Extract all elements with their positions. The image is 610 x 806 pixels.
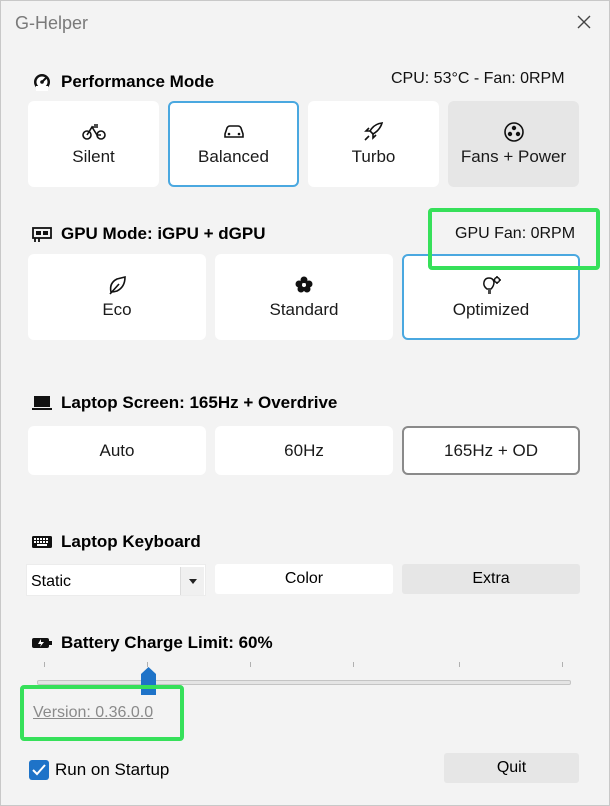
battery-heading: Battery Charge Limit: 60% [31,633,273,653]
gpu-optimized-label: Optimized [452,300,530,319]
keyboard-color-button[interactable]: Color [215,564,393,594]
slider-tick [44,662,45,667]
mode-silent-button[interactable]: Silent [28,101,159,187]
keyboard-mode-value: Static [31,573,72,590]
screen-165hz-od-label: 165Hz + OD [443,440,538,460]
mode-silent-label: Silent [72,147,115,166]
car-icon [221,121,247,143]
gpu-eco-button[interactable]: Eco [28,254,206,340]
title-bar: G-Helper [1,1,609,47]
quit-button[interactable]: Quit [444,753,579,783]
gpu-eco-label: Eco [102,300,132,319]
keyboard-icon [31,532,53,552]
keyboard-mode-select[interactable]: Static [26,564,206,596]
gpu-standard-label: Standard [269,300,339,319]
bicycle-icon [81,121,107,143]
performance-mode-heading: Performance Mode [31,72,214,92]
battery-charging-icon [31,633,53,653]
mode-balanced-label: Balanced [198,147,269,166]
run-on-startup-checkbox[interactable] [29,760,49,780]
gpu-standard-button[interactable]: Standard [215,254,393,340]
charge-limit-slider-track[interactable] [37,680,571,685]
flower-icon [291,274,317,296]
slider-tick [562,662,563,667]
run-on-startup-label[interactable]: Run on Startup [55,760,169,780]
cpu-status: CPU: 53°C - Fan: 0RPM [391,70,565,87]
window-title: G-Helper [15,13,89,33]
lightbulb-gear-icon [478,274,504,296]
gpu-mode-title: GPU Mode: iGPU + dGPU [61,224,266,243]
screen-165hz-od-button[interactable]: 165Hz + OD [402,426,580,475]
mode-fans-power-label: Fans + Power [460,147,567,166]
battery-title: Battery Charge Limit: 60% [61,633,273,652]
leaf-icon [104,274,130,296]
slider-tick [353,662,354,667]
rocket-icon [361,121,387,143]
performance-mode-title: Performance Mode [61,72,215,91]
g-helper-window: G-Helper Performance Mode CPU: 53°C - Fa… [0,0,610,806]
gpu-mode-heading: GPU Mode: iGPU + dGPU [31,224,266,244]
checkmark-icon [32,764,46,776]
fan-icon [501,121,527,143]
slider-tick [250,662,251,667]
laptop-screen-title: Laptop Screen: 165Hz + Overdrive [61,393,338,412]
mode-balanced-button[interactable]: Balanced [168,101,299,187]
close-icon[interactable] [573,11,595,33]
mode-turbo-label: Turbo [351,147,396,166]
keyboard-extra-label: Extra [472,570,510,587]
screen-60hz-label: 60Hz [284,440,324,460]
laptop-screen-heading: Laptop Screen: 165Hz + Overdrive [31,393,337,413]
laptop-keyboard-title: Laptop Keyboard [61,532,201,551]
screen-auto-label: Auto [99,440,135,460]
screen-60hz-button[interactable]: 60Hz [215,426,393,475]
chevron-down-icon[interactable] [180,567,204,595]
version-link[interactable]: Version: 0.36.0.0 [33,704,153,722]
keyboard-color-label: Color [284,570,324,587]
gpu-card-icon [31,224,53,244]
gauge-icon [31,72,53,92]
slider-tick [459,662,460,667]
mode-turbo-button[interactable]: Turbo [308,101,439,187]
keyboard-extra-button[interactable]: Extra [402,564,580,594]
laptop-icon [31,393,53,413]
gpu-fan-status: GPU Fan: 0RPM [455,225,576,242]
gpu-optimized-button[interactable]: Optimized [402,254,580,340]
charge-limit-slider-thumb[interactable] [141,667,156,695]
screen-auto-button[interactable]: Auto [28,426,206,475]
quit-label: Quit [496,759,527,776]
laptop-keyboard-heading: Laptop Keyboard [31,532,201,552]
mode-fans-power-button[interactable]: Fans + Power [448,101,579,187]
